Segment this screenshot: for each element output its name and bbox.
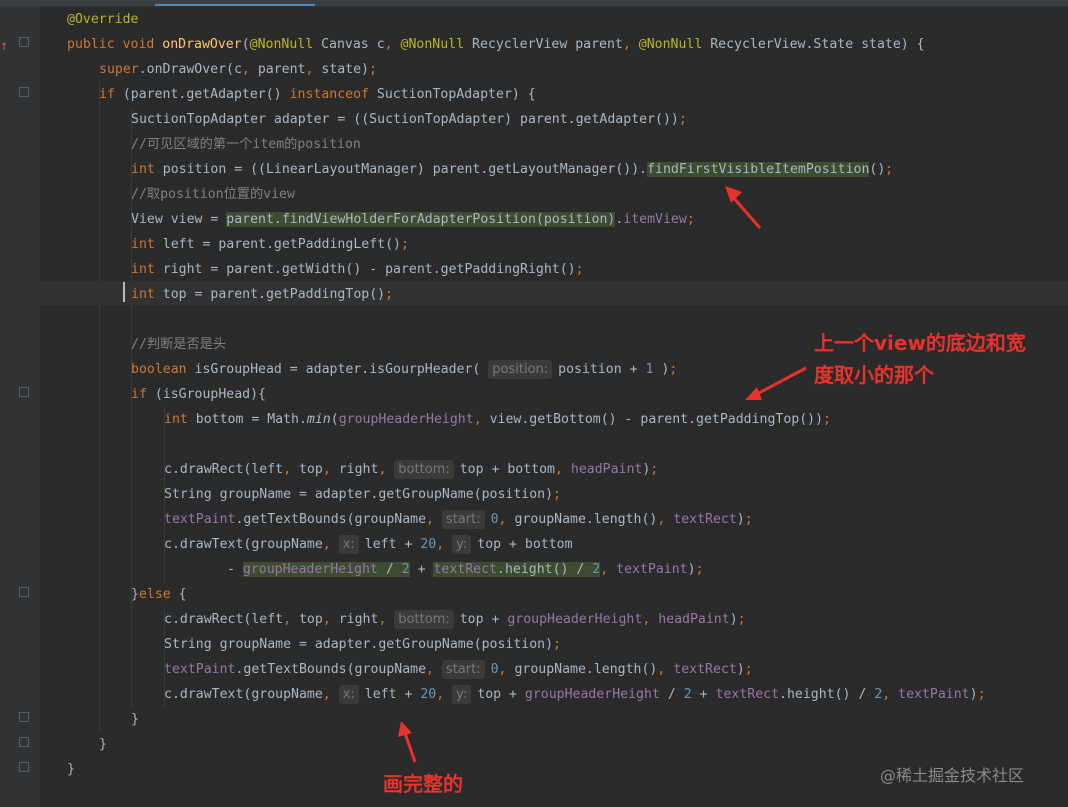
annotation-arrows [398, 186, 807, 763]
arrow-to-find-first-visible [725, 186, 762, 229]
arrow-to-draw-text [398, 721, 417, 763]
arrow-to-math-min [745, 366, 807, 400]
